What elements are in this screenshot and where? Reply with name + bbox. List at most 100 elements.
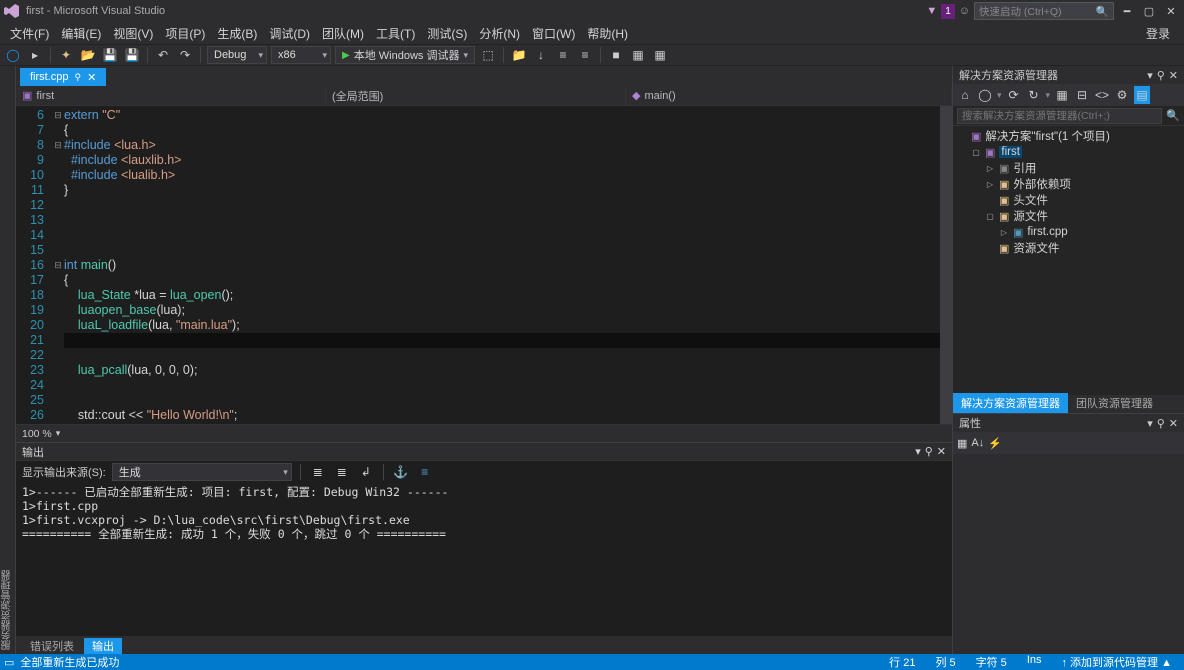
properties-dropdown-icon[interactable]: ▾ [1147, 417, 1153, 430]
redo-button[interactable]: ↷ [176, 46, 194, 64]
solution-search-input[interactable] [957, 108, 1162, 124]
statusbar: ▭ 全部重新生成已成功 行 21 列 5 字符 5 Ins ↑ 添加到源代码管理… [0, 654, 1184, 670]
open-file-button[interactable]: 📂 [79, 46, 97, 64]
feedback-icon[interactable]: ☺ [959, 5, 970, 17]
tab-error-list[interactable]: 错误列表 [22, 638, 82, 654]
properties-pin-icon[interactable]: ⚲ [1157, 417, 1165, 430]
editor-scrollbar[interactable] [940, 106, 952, 424]
sidebar-tab-server-explorer[interactable]: 服务器资源管理器 [0, 70, 15, 650]
editor-tab-first-cpp[interactable]: first.cpp ⚲ ✕ [20, 68, 106, 86]
menu-分析(N)[interactable]: 分析(N) [473, 25, 526, 43]
properties-close-icon[interactable]: ✕ [1169, 417, 1178, 430]
status-ins: Ins [1027, 654, 1042, 670]
menu-帮助(H)[interactable]: 帮助(H) [581, 25, 634, 43]
nav-member-combo[interactable]: ◆main() [626, 87, 952, 104]
tab-team-explorer[interactable]: 团队资源管理器 [1068, 393, 1161, 413]
tab-solution-explorer[interactable]: 解决方案资源管理器 [953, 393, 1068, 413]
menu-工具(T)[interactable]: 工具(T) [370, 25, 421, 43]
prop-alpha-icon[interactable]: A↓ [971, 437, 984, 449]
toolbar-extra6[interactable]: ■ [607, 46, 625, 64]
se-sync-icon[interactable]: ⟳ [1006, 86, 1022, 104]
toolbar-extra2[interactable]: 📁 [510, 46, 528, 64]
prop-events-icon[interactable]: ⚡ [988, 437, 1002, 450]
se-home-icon[interactable]: ⌂ [957, 86, 973, 104]
login-link[interactable]: 登录 [1140, 23, 1180, 44]
solution-dropdown-icon[interactable]: ▾ [1147, 69, 1153, 82]
toolbar-extra7[interactable]: ▦ [629, 46, 647, 64]
left-tool-gutter[interactable]: 服务器资源管理器 工具箱 [0, 66, 16, 654]
nav-scope-combo[interactable]: (全局范围) [326, 86, 626, 106]
menu-生成(B)[interactable]: 生成(B) [211, 25, 263, 43]
notification-badge[interactable]: 1 [941, 4, 955, 19]
solution-pin-icon[interactable]: ⚲ [1157, 69, 1165, 82]
tab-output[interactable]: 输出 [84, 638, 122, 654]
close-button[interactable]: ✕ [1162, 2, 1180, 20]
menu-文件(F)[interactable]: 文件(F) [4, 25, 55, 43]
tree-node[interactable]: ▷▣first.cpp [953, 224, 1184, 240]
se-preview-icon[interactable]: ▤ [1134, 86, 1150, 104]
tree-node[interactable]: ▣头文件 [953, 192, 1184, 208]
notification-flag-icon[interactable]: ▼ [926, 5, 937, 17]
solution-tree[interactable]: ▣解决方案"first"(1 个项目)▢▣first▷▣引用▷▣外部依赖项 ▣头… [953, 126, 1184, 395]
menu-团队(M)[interactable]: 团队(M) [316, 25, 370, 43]
menu-编辑(E)[interactable]: 编辑(E) [55, 25, 107, 43]
menu-窗口(W)[interactable]: 窗口(W) [526, 25, 581, 43]
tree-node[interactable]: ▣资源文件 [953, 240, 1184, 256]
menu-项目(P)[interactable]: 项目(P) [159, 25, 211, 43]
solution-close-icon[interactable]: ✕ [1169, 69, 1178, 82]
minimize-button[interactable]: ━ [1118, 2, 1136, 20]
platform-combo[interactable]: x86 [271, 46, 331, 64]
output-source-combo[interactable]: 生成 [112, 463, 292, 481]
se-properties-icon[interactable]: ⚙ [1114, 86, 1130, 104]
output-clear-button[interactable]: ≣ [309, 463, 327, 481]
maximize-button[interactable]: ▢ [1140, 2, 1158, 20]
save-all-button[interactable]: 💾 [123, 46, 141, 64]
play-icon: ▶ [342, 50, 350, 61]
se-showall-icon[interactable]: ▦ [1054, 86, 1070, 104]
output-goto-button[interactable]: ⚓ [392, 463, 410, 481]
se-codemap-icon[interactable]: <> [1094, 86, 1110, 104]
save-button[interactable]: 💾 [101, 46, 119, 64]
output-list-button[interactable]: ≡ [416, 463, 434, 481]
undo-button[interactable]: ↶ [154, 46, 172, 64]
output-text[interactable]: 1>------ 已启动全部重新生成: 项目: first, 配置: Debug… [16, 483, 952, 636]
tree-node[interactable]: ▣解决方案"first"(1 个项目) [953, 128, 1184, 144]
solution-explorer-header: 解决方案资源管理器 ▾⚲✕ [953, 66, 1184, 84]
output-dropdown-icon[interactable]: ▾ [915, 445, 921, 458]
zoom-level[interactable]: 100 % [22, 428, 52, 440]
toolbar-extra5[interactable]: ≡ [576, 46, 594, 64]
nav-fwd-button[interactable]: ▸ [26, 46, 44, 64]
menu-调试(D)[interactable]: 调试(D) [263, 25, 316, 43]
toolbar-extra4[interactable]: ≡ [554, 46, 572, 64]
prop-category-icon[interactable]: ▦ [957, 437, 967, 450]
menu-测试(S)[interactable]: 测试(S) [421, 25, 473, 43]
menu-视图(V)[interactable]: 视图(V) [107, 25, 159, 43]
code-editor[interactable]: 6 7 8 9 10 11 12 13 14 15 16 17 18 19 20… [16, 106, 952, 424]
search-icon: 🔍 [1166, 109, 1180, 122]
toolbar-extra3[interactable]: ↓ [532, 46, 550, 64]
output-toggle-button[interactable]: ≣ [333, 463, 351, 481]
start-debug-button[interactable]: ▶ 本地 Windows 调试器 ▾ [335, 46, 475, 64]
output-close-icon[interactable]: ✕ [937, 445, 946, 458]
tree-node[interactable]: ▷▣外部依赖项 [953, 176, 1184, 192]
status-source-control[interactable]: ↑ 添加到源代码管理 ▲ [1062, 654, 1173, 670]
output-wrap-button[interactable]: ↲ [357, 463, 375, 481]
toolbar-extra8[interactable]: ▦ [651, 46, 669, 64]
config-combo[interactable]: Debug [207, 46, 267, 64]
se-refresh-icon[interactable]: ↻ [1026, 86, 1042, 104]
nav-back-button[interactable]: ◯ [4, 46, 22, 64]
new-project-button[interactable]: ✦ [57, 46, 75, 64]
tree-node[interactable]: ▢▣first [953, 144, 1184, 160]
properties-title: 属性 [959, 415, 981, 431]
se-back-icon[interactable]: ◯ [977, 86, 993, 104]
toolbar-extra1[interactable]: ⬚ [479, 46, 497, 64]
quick-launch-input[interactable]: 快速启动 (Ctrl+Q) 🔍 [974, 2, 1114, 20]
output-pin-icon[interactable]: ⚲ [925, 445, 933, 458]
tree-node[interactable]: ▢▣源文件 [953, 208, 1184, 224]
pin-icon[interactable]: ⚲ [75, 72, 82, 83]
se-collapse-icon[interactable]: ⊟ [1074, 86, 1090, 104]
nav-project-combo[interactable]: ▣first [16, 87, 326, 104]
tree-node[interactable]: ▷▣引用 [953, 160, 1184, 176]
tab-close-icon[interactable]: ✕ [87, 71, 96, 84]
vs-logo-icon [4, 3, 20, 19]
